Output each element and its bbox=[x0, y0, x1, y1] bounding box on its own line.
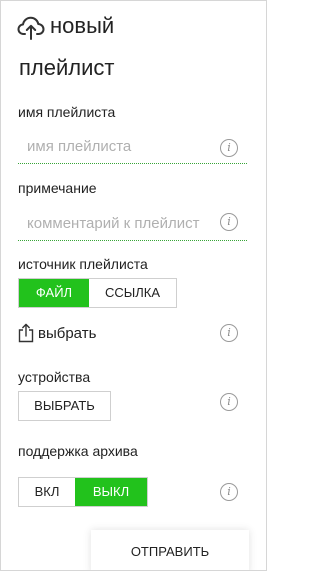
archive-option-on[interactable]: ВКЛ bbox=[19, 478, 75, 506]
page-title-second-line: плейлист bbox=[19, 55, 115, 80]
choose-file-button[interactable]: выбрать bbox=[18, 321, 96, 345]
playlist-name-label: имя плейлиста bbox=[18, 104, 116, 120]
info-icon[interactable]: i bbox=[220, 393, 238, 411]
devices-label: устройства bbox=[18, 369, 91, 385]
info-icon[interactable]: i bbox=[220, 139, 238, 157]
source-option-link[interactable]: ССЫЛКА bbox=[89, 279, 176, 307]
share-upload-icon bbox=[18, 323, 34, 343]
info-icon[interactable]: i bbox=[220, 213, 238, 231]
playlist-panel: новый плейлист имя плейлиста i примечани… bbox=[0, 0, 267, 571]
source-option-file[interactable]: ФАЙЛ bbox=[19, 279, 89, 307]
source-label: источник плейлиста bbox=[18, 256, 148, 272]
source-toggle: ФАЙЛ ССЫЛКА bbox=[18, 278, 177, 308]
archive-toggle: ВКЛ ВЫКЛ bbox=[18, 477, 148, 507]
playlist-name-field bbox=[18, 131, 247, 164]
info-icon[interactable]: i bbox=[220, 324, 238, 342]
note-label: примечание bbox=[18, 180, 97, 196]
archive-label: поддержка архива bbox=[18, 443, 138, 459]
info-icon[interactable]: i bbox=[220, 483, 238, 501]
submit-button[interactable]: ОТПРАВИТЬ bbox=[91, 530, 249, 570]
select-devices-button[interactable]: ВЫБРАТЬ bbox=[18, 391, 111, 421]
playlist-name-input[interactable] bbox=[18, 131, 225, 161]
choose-file-label: выбрать bbox=[38, 324, 97, 342]
archive-option-off[interactable]: ВЫКЛ bbox=[75, 478, 147, 506]
cloud-upload-icon bbox=[17, 16, 45, 40]
note-input[interactable] bbox=[18, 208, 225, 238]
page-title: новый bbox=[50, 13, 115, 38]
note-field bbox=[18, 208, 247, 241]
